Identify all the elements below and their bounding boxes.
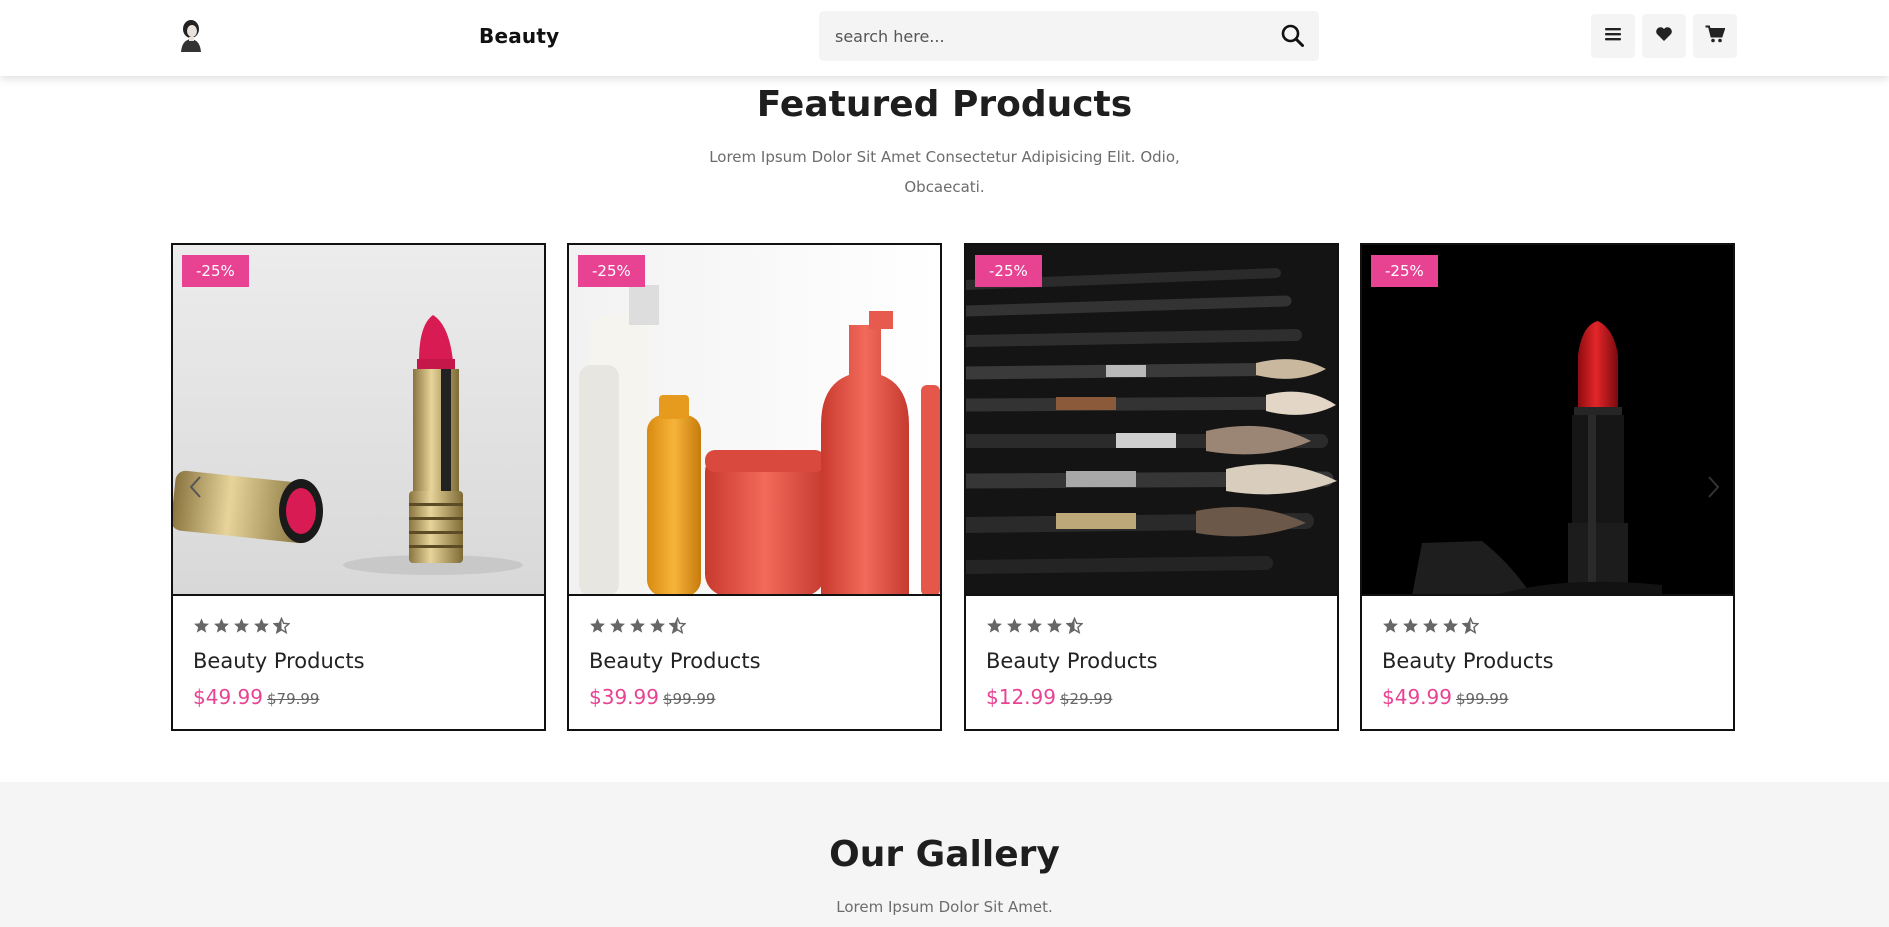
product-card[interactable]: -25% Beauty Products $49.99 $99.99 — [1360, 243, 1735, 731]
star-icon — [193, 617, 210, 638]
old-price: $99.99 — [662, 690, 716, 708]
wishlist-button[interactable] — [1642, 14, 1686, 58]
search-input[interactable] — [819, 11, 1259, 61]
rating-stars — [193, 616, 291, 638]
menu-icon — [1604, 26, 1622, 46]
current-price: $39.99 — [589, 685, 659, 709]
star-icon — [1402, 617, 1419, 638]
cart-icon — [1705, 25, 1726, 47]
star-icon — [1442, 617, 1459, 638]
current-price: $12.99 — [986, 685, 1056, 709]
slider-next-button[interactable] — [1703, 474, 1723, 500]
search-bar — [819, 11, 1319, 61]
star-icon — [649, 617, 666, 638]
menu-button[interactable] — [1591, 14, 1635, 58]
discount-badge: -25% — [975, 255, 1042, 287]
star-half-icon — [272, 616, 291, 638]
discount-badge: -25% — [578, 255, 645, 287]
current-price: $49.99 — [1382, 685, 1452, 709]
product-price: $49.99 $79.99 — [193, 685, 319, 709]
slider-prev-button[interactable] — [186, 474, 206, 500]
discount-badge: -25% — [182, 255, 249, 287]
chevron-left-icon — [186, 476, 206, 504]
star-icon — [589, 617, 606, 638]
star-half-icon — [1065, 616, 1084, 638]
current-price: $49.99 — [193, 685, 263, 709]
gallery-section: Our Gallery Lorem Ipsum Dolor Sit Amet. — [0, 782, 1889, 927]
product-price: $49.99 $99.99 — [1382, 685, 1508, 709]
site-header: Beauty — [0, 0, 1889, 76]
product-name[interactable]: Beauty Products — [589, 649, 761, 673]
featured-description-line2: Obcaecati. — [904, 178, 985, 196]
star-icon — [1046, 617, 1063, 638]
search-icon[interactable] — [1279, 22, 1307, 50]
rating-stars — [986, 616, 1084, 638]
star-icon — [213, 617, 230, 638]
star-half-icon — [668, 616, 687, 638]
product-card[interactable]: -25% Beauty Products $39.99 $99.99 — [567, 243, 942, 731]
rating-stars — [589, 616, 687, 638]
gallery-title: Our Gallery — [829, 834, 1060, 875]
star-icon — [1006, 617, 1023, 638]
star-half-icon — [1461, 616, 1480, 638]
heart-icon — [1655, 26, 1673, 46]
product-name[interactable]: Beauty Products — [986, 649, 1158, 673]
featured-title: Featured Products — [756, 84, 1133, 125]
star-icon — [253, 617, 270, 638]
product-image-red-lipstick[interactable] — [1362, 245, 1733, 596]
product-image-lipstick[interactable] — [173, 245, 544, 596]
old-price: $79.99 — [266, 690, 320, 708]
star-icon — [233, 617, 250, 638]
product-price: $12.99 $29.99 — [986, 685, 1112, 709]
star-icon — [1422, 617, 1439, 638]
cart-button[interactable] — [1693, 14, 1737, 58]
discount-badge: -25% — [1371, 255, 1438, 287]
product-name[interactable]: Beauty Products — [1382, 649, 1554, 673]
old-price: $29.99 — [1059, 690, 1113, 708]
chevron-right-icon — [1703, 476, 1723, 504]
star-icon — [1026, 617, 1043, 638]
brand-name[interactable]: Beauty — [479, 24, 559, 48]
product-card[interactable]: -25% Beauty Products $12.99 $29.99 — [964, 243, 1339, 731]
product-name[interactable]: Beauty Products — [193, 649, 365, 673]
star-icon — [1382, 617, 1399, 638]
rating-stars — [1382, 616, 1480, 638]
featured-description: Lorem Ipsum Dolor Sit Amet Consectetur A… — [0, 142, 1889, 202]
gallery-description: Lorem Ipsum Dolor Sit Amet. — [836, 898, 1053, 916]
product-price: $39.99 $99.99 — [589, 685, 715, 709]
product-image-skincare[interactable] — [569, 245, 940, 596]
star-icon — [986, 617, 1003, 638]
star-icon — [629, 617, 646, 638]
product-card[interactable]: -25% Beauty Products $49.99 $79.99 — [171, 243, 546, 731]
logo-icon[interactable] — [176, 18, 206, 52]
old-price: $99.99 — [1455, 690, 1509, 708]
featured-description-line1: Lorem Ipsum Dolor Sit Amet Consectetur A… — [709, 148, 1180, 166]
product-image-brushes[interactable] — [966, 245, 1337, 596]
star-icon — [609, 617, 626, 638]
